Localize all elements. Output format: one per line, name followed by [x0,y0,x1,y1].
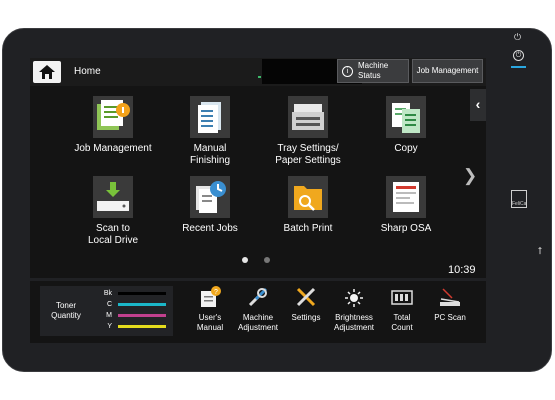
tile-label: Scan to [96,223,130,234]
toner-bar [118,314,166,317]
toner-bar [118,292,166,295]
job-management-icon [93,96,133,138]
dock-label: User's [198,313,222,322]
tile-label: Copy [394,143,418,154]
machine-status-button[interactable]: i Machine Status [337,59,409,83]
dock-label-2: Adjustment [237,323,279,332]
scan-to-local-drive-icon [93,176,133,218]
chevron-right-icon: ❯ [463,166,478,185]
sharp-osa-icon [386,176,426,218]
tile-sharp-osa[interactable]: Sharp OSA [356,176,456,235]
dock-label: Total [393,313,411,322]
toner-bar [118,325,166,328]
dock-settings[interactable]: Settings [280,285,332,323]
copy-icon [386,96,426,138]
dock-users-manual[interactable]: ? User's Manual [184,285,236,333]
toner-row-m: M [96,311,170,320]
dock-label: Brightness [335,313,373,322]
tile-batch-print[interactable]: Batch Print [258,176,358,235]
tile-copy[interactable]: Copy [356,96,456,155]
tile-label: Manual [193,143,227,154]
dock-label-2: Adjustment [333,323,375,332]
svg-text:?: ? [214,289,218,296]
machine-adjustment-icon [246,285,270,309]
bottom-dock: Toner Quantity Bk C M Y ? User's Manual … [30,281,486,343]
toner-row-y: Y [96,322,170,331]
job-management-button[interactable]: Job Management [412,59,483,83]
tile-tray-settings[interactable]: Tray Settings/Paper Settings [258,96,358,167]
toner-row-c: C [96,300,170,309]
pc-scan-icon [438,285,462,309]
brightness-icon [342,285,366,309]
dock-label: Machine [242,313,274,322]
tile-label-2: Local Drive [87,235,139,246]
recent-jobs-icon [190,176,230,218]
tile-manual-finishing[interactable]: Manual Finishing [160,96,260,167]
manual-finishing-icon [190,96,230,138]
top-bar: Home i Machine Status Job Management [30,58,486,86]
toner-key: Bk [103,290,112,297]
toner-label-2: Quantity [51,311,81,320]
side-panel-tab[interactable]: ‹ [470,89,486,121]
tile-label: Job Management [74,143,152,154]
machine-status-label-1: Machine [358,61,389,70]
tray-settings-icon [288,96,328,138]
toner-row-bk: Bk [96,289,170,298]
page-dot-active[interactable] [242,257,248,263]
page-title: Home [74,66,101,77]
chevron-left-icon: ‹ [475,96,481,112]
dock-total-count[interactable]: Total Count [376,285,428,333]
dock-label-2: Count [391,323,413,332]
next-page-arrow[interactable]: ❯ [463,166,477,186]
toner-label-1: Toner [55,301,76,310]
home-screen: Home i Machine Status Job Management ‹ ❯ [30,58,486,278]
tile-label: Sharp OSA [380,223,432,234]
dock-pc-scan[interactable]: PC Scan [424,285,476,323]
clock: 10:39 [448,264,476,276]
toner-label: Toner Quantity [44,301,88,321]
tile-label: Batch Print [283,223,333,234]
tile-job-management[interactable]: Job Management [63,96,163,155]
job-management-label: Job Management [416,66,479,75]
users-manual-icon: ? [198,285,222,309]
settings-icon [294,285,318,309]
tile-label: Tray Settings/ [277,143,339,154]
toner-quantity-panel: Toner Quantity Bk C M Y [40,286,173,336]
dock-label: PC Scan [434,313,466,322]
felica-label: FeliCa [512,201,527,207]
tile-recent-jobs[interactable]: Recent Jobs [160,176,260,235]
tile-label: Recent Jobs [182,223,238,234]
power-led [511,66,526,68]
page-dot[interactable] [264,257,270,263]
info-icon: i [342,65,353,77]
total-count-icon [390,285,414,309]
home-button[interactable] [33,61,61,83]
status-indicator [258,76,261,78]
power-save-icon[interactable]: ⏻ [513,50,524,61]
dock-machine-adjustment[interactable]: Machine Adjustment [232,285,284,333]
dock-brightness-adjustment[interactable]: Brightness Adjustment [328,285,380,333]
dock-label: Settings [291,313,321,322]
toner-bar [118,303,166,306]
usb-icon: ⭠ [534,246,546,255]
tile-scan-to-local-drive[interactable]: Scan to Local Drive [63,176,163,247]
dock-label-2: Manual [196,323,224,332]
toner-key: M [106,312,112,319]
machine-status-label-2: Status [358,71,381,80]
batch-print-icon [288,176,328,218]
felica-reader-icon: FeliCa [511,190,527,208]
power-icon[interactable]: ⏻ [514,32,521,43]
toner-key: C [106,301,112,308]
toner-key: Y [107,323,112,330]
tile-label-2: Finishing [189,155,231,166]
home-icon [39,65,55,79]
tile-label-2: Paper Settings [275,155,341,166]
